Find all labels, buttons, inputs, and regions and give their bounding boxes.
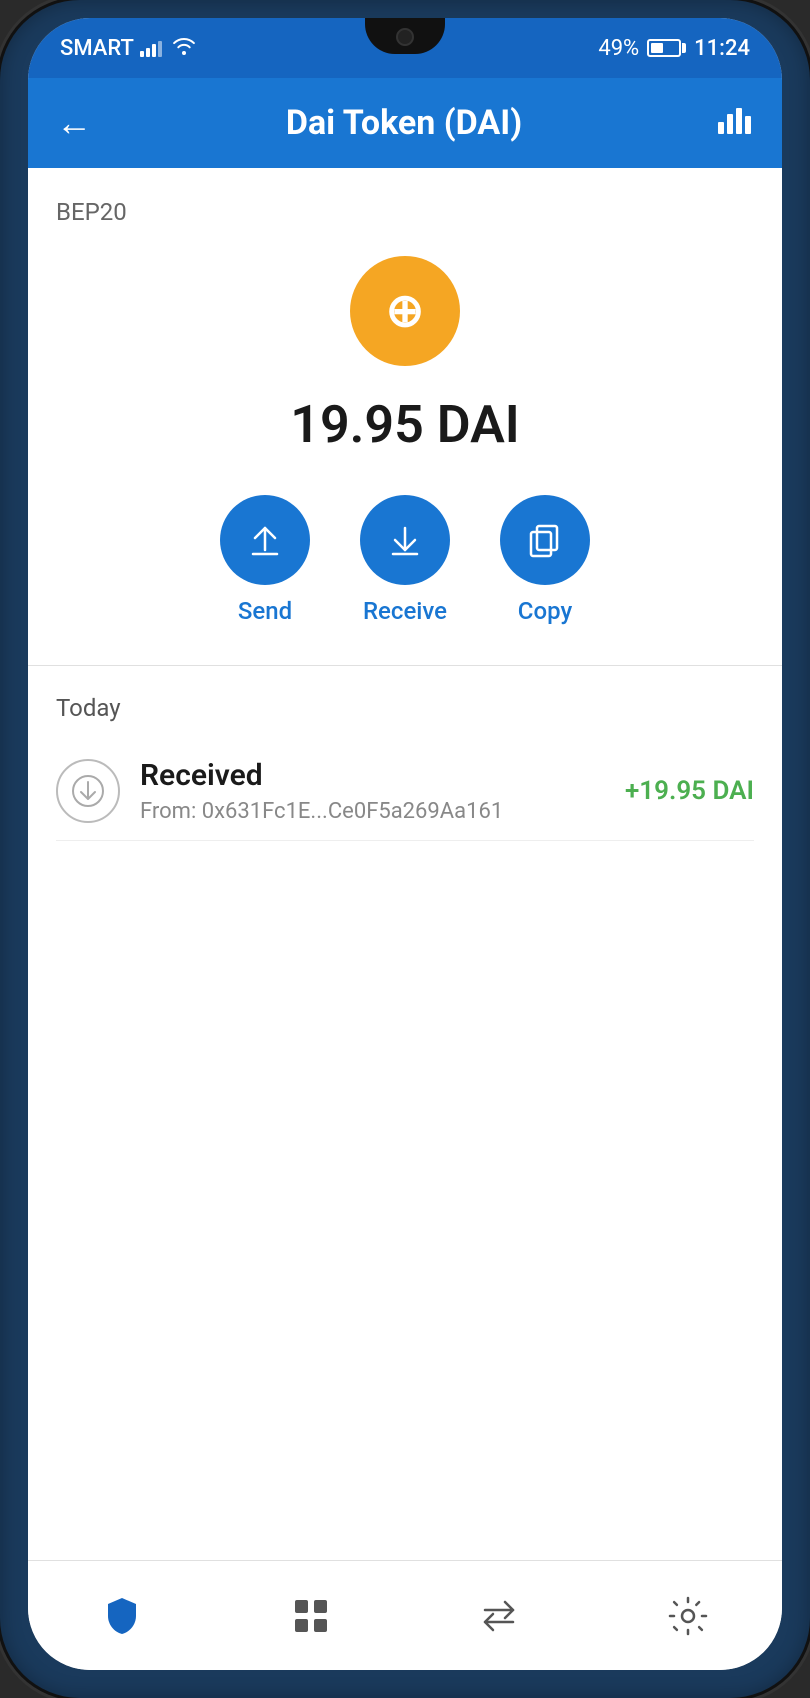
chart-icon[interactable] xyxy=(716,102,754,144)
send-button-circle[interactable] xyxy=(220,495,310,585)
tx-type: Received xyxy=(140,758,605,793)
tx-from: From: 0x631Fc1E...Ce0F5a269Aa161 xyxy=(140,799,605,824)
date-label: Today xyxy=(56,694,754,722)
phone-screen: SMART 49% xyxy=(28,18,782,1670)
copy-label: Copy xyxy=(518,597,572,625)
nav-wallet[interactable] xyxy=(269,1584,353,1648)
main-content: BEP20 ⊕ 19.95 DAI xyxy=(28,168,782,1560)
tx-details: Received From: 0x631Fc1E...Ce0F5a269Aa16… xyxy=(140,758,605,824)
svg-text:⊕: ⊕ xyxy=(386,284,425,336)
receive-action[interactable]: Receive xyxy=(360,495,450,625)
receive-tx-icon xyxy=(56,759,120,823)
battery-percent: 49% xyxy=(598,36,639,61)
status-right: 49% 11:24 xyxy=(598,36,750,61)
action-buttons: Send Receive xyxy=(220,495,590,625)
app-header: ← Dai Token (DAI) xyxy=(28,78,782,168)
battery-icon xyxy=(647,39,686,57)
nav-settings[interactable] xyxy=(646,1584,730,1648)
camera xyxy=(396,28,414,46)
page-title: Dai Token (DAI) xyxy=(286,103,522,143)
receive-label: Receive xyxy=(363,597,447,625)
wifi-icon xyxy=(172,36,196,60)
back-button[interactable]: ← xyxy=(56,105,92,141)
copy-action[interactable]: Copy xyxy=(500,495,590,625)
table-row[interactable]: Received From: 0x631Fc1E...Ce0F5a269Aa16… xyxy=(56,742,754,841)
balance-display: 19.95 DAI xyxy=(290,394,520,455)
time-label: 11:24 xyxy=(694,36,750,61)
copy-button-circle[interactable] xyxy=(500,495,590,585)
transactions-section: Today Received From: 0x631Fc1E...Ce0F5a2… xyxy=(28,666,782,1560)
dai-logo: ⊕ xyxy=(350,256,460,366)
tx-amount: +19.95 DAI xyxy=(625,776,754,806)
token-type: BEP20 xyxy=(56,198,127,226)
nav-security[interactable] xyxy=(80,1584,164,1648)
send-label: Send xyxy=(238,597,292,625)
notch xyxy=(365,18,445,54)
bottom-nav xyxy=(28,1560,782,1670)
dai-symbol-icon: ⊕ xyxy=(370,276,440,346)
phone-shell: SMART 49% xyxy=(0,0,810,1698)
nav-swap[interactable] xyxy=(457,1584,541,1648)
status-left: SMART xyxy=(60,36,196,61)
signal-icon xyxy=(140,39,162,57)
token-section: BEP20 ⊕ 19.95 DAI xyxy=(28,168,782,666)
send-action[interactable]: Send xyxy=(220,495,310,625)
carrier-label: SMART xyxy=(60,36,134,61)
receive-button-circle[interactable] xyxy=(360,495,450,585)
status-bar: SMART 49% xyxy=(28,18,782,78)
